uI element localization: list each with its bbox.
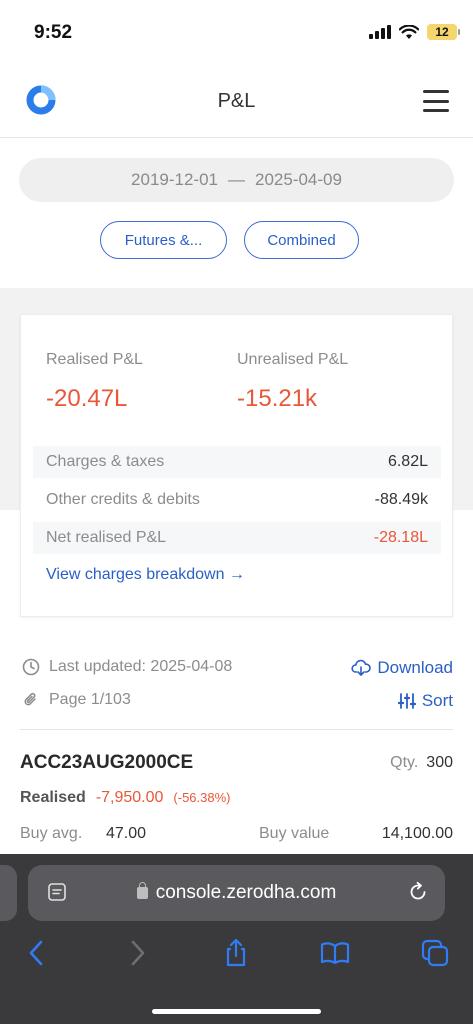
divider bbox=[20, 729, 453, 730]
status-indicators: 12 bbox=[369, 24, 460, 40]
sort-label: Sort bbox=[421, 691, 453, 710]
url-text: console.zerodha.com bbox=[155, 882, 337, 903]
reload-icon[interactable] bbox=[407, 881, 429, 903]
position-qty: Qty. 300 bbox=[390, 754, 453, 772]
realised-amount: -7,950.00 bbox=[95, 789, 164, 806]
share-icon[interactable] bbox=[221, 938, 251, 968]
download-label: Download bbox=[377, 658, 453, 677]
wifi-icon bbox=[399, 24, 419, 39]
net-realised-row: Net realised P&L -28.18L bbox=[33, 522, 441, 554]
position-symbol[interactable]: ACC23AUG2000CE bbox=[20, 752, 193, 774]
back-icon[interactable] bbox=[22, 938, 52, 968]
forward-icon[interactable] bbox=[122, 938, 152, 968]
row-value: -28.18L bbox=[373, 529, 428, 546]
charges-taxes-row: Charges & taxes 6.82L bbox=[33, 446, 441, 478]
date-from: 2019-12-01 bbox=[131, 170, 218, 189]
other-credits-row: Other credits & debits -88.49k bbox=[33, 484, 441, 516]
row-label: Other credits & debits bbox=[46, 491, 200, 508]
last-updated: Last updated: 2025-04-08 bbox=[22, 658, 232, 676]
lock-icon bbox=[136, 882, 148, 899]
bookmarks-icon[interactable] bbox=[320, 938, 350, 968]
url-display: console.zerodha.com bbox=[28, 882, 445, 904]
home-indicator[interactable] bbox=[152, 1009, 321, 1014]
sliders-icon bbox=[397, 693, 416, 709]
buy-avg-label: Buy avg. bbox=[20, 825, 83, 842]
combined-filter-button[interactable]: Combined bbox=[244, 221, 359, 259]
download-button[interactable]: Download bbox=[351, 658, 453, 678]
sort-button[interactable]: Sort bbox=[397, 691, 453, 711]
cloud-download-icon bbox=[351, 659, 372, 676]
qty-value: 300 bbox=[426, 754, 453, 771]
battery-icon: 12 bbox=[427, 24, 460, 40]
date-separator: — bbox=[228, 170, 245, 189]
cellular-signal-icon bbox=[369, 25, 391, 39]
status-bar: 9:52 12 bbox=[0, 0, 473, 66]
realised-pnl-label: Realised P&L bbox=[46, 351, 143, 368]
realised-percent: (-56.38%) bbox=[173, 790, 231, 805]
last-updated-text: Last updated: 2025-04-08 bbox=[49, 658, 233, 675]
buy-avg-value: 47.00 bbox=[106, 825, 147, 842]
app-header: P&L bbox=[0, 66, 473, 138]
unrealised-pnl-value: -15.21k bbox=[237, 385, 318, 412]
row-label: Charges & taxes bbox=[46, 453, 165, 470]
date-to: 2025-04-09 bbox=[255, 170, 342, 189]
row-value: -88.49k bbox=[374, 491, 428, 508]
page-title: P&L bbox=[217, 90, 256, 112]
realised-pnl-value: -20.47L bbox=[46, 385, 128, 412]
clock-icon bbox=[22, 658, 40, 676]
paperclip-icon bbox=[24, 692, 36, 706]
page-indicator: Page 1/103 bbox=[22, 691, 131, 709]
row-label: Net realised P&L bbox=[46, 529, 167, 546]
row-value: 6.82L bbox=[387, 453, 428, 470]
qty-label: Qty. bbox=[390, 754, 419, 771]
hamburger-menu-icon[interactable] bbox=[423, 90, 449, 112]
segment-filter-button[interactable]: Futures &... bbox=[100, 221, 227, 259]
buy-value-label: Buy value bbox=[259, 825, 330, 842]
unrealised-pnl-label: Unrealised P&L bbox=[237, 351, 349, 368]
previous-tab-preview[interactable] bbox=[0, 865, 17, 921]
position-realised: Realised -7,950.00 (-56.38%) bbox=[20, 789, 231, 807]
view-charges-breakdown-link[interactable]: View charges breakdown → bbox=[46, 566, 245, 584]
pnl-summary-card: Realised P&L -20.47L Unrealised P&L -15.… bbox=[20, 314, 453, 617]
status-time: 9:52 bbox=[34, 22, 73, 43]
buy-value-value: 14,100.00 bbox=[381, 825, 453, 842]
page-indicator-text: Page 1/103 bbox=[49, 691, 131, 708]
date-range-picker[interactable]: 2019-12-01 — 2025-04-09 bbox=[19, 158, 454, 202]
tabs-icon[interactable] bbox=[420, 938, 450, 968]
address-bar[interactable]: console.zerodha.com bbox=[28, 865, 445, 921]
realised-tag: Realised bbox=[20, 789, 86, 806]
